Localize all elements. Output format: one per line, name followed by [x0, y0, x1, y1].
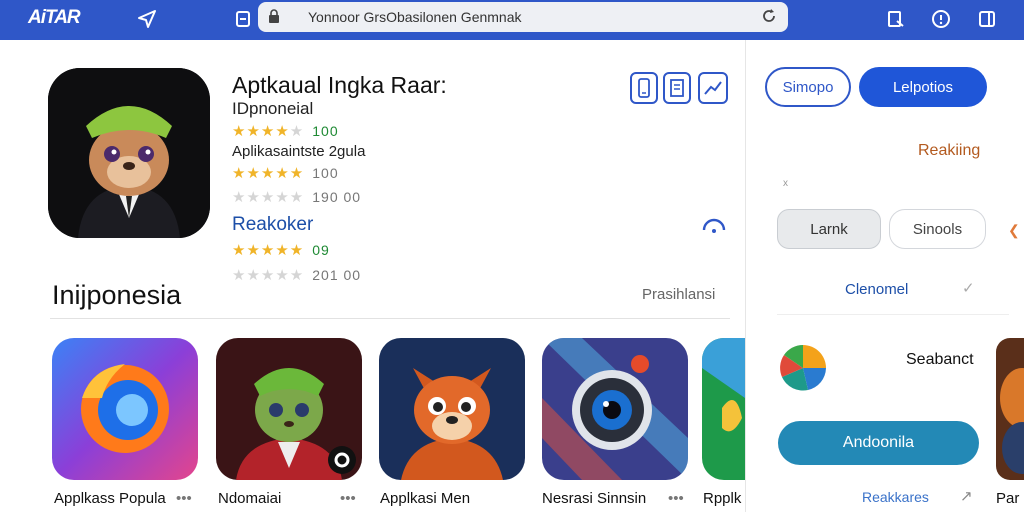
lock-icon [268, 9, 280, 28]
document-button[interactable] [663, 72, 691, 104]
channel-link[interactable]: Clenomel [845, 281, 908, 298]
recommendations-link[interactable]: Reakkares [862, 489, 929, 505]
send-icon[interactable] [136, 8, 158, 30]
divider [777, 314, 1009, 315]
star-icon: ★★★★★ [232, 165, 305, 182]
green-app-icon [702, 338, 745, 480]
url-bar[interactable]: Yonnoor GrsObasilonen Genmnak [258, 2, 788, 32]
app-tile-firefox[interactable] [52, 338, 198, 480]
pie-chart-icon [778, 343, 828, 398]
app-subtitle: IDpnoneial [232, 99, 314, 118]
app-tile-camera[interactable] [542, 338, 688, 480]
rating-row: ★★★★★ 09 [232, 241, 330, 259]
tile-label: Applkasi Men [380, 490, 471, 507]
camera-lens-icon [542, 338, 688, 480]
app-tile-partial[interactable] [702, 338, 745, 480]
rating-value: 201 00 [312, 267, 362, 283]
more-icon[interactable]: ••• [340, 490, 356, 507]
tile-label: Applkass Popula [54, 490, 166, 507]
star-icon: ★★★★★ [232, 189, 305, 206]
rating-row: ★★★★★ 100 [232, 164, 339, 182]
fox-character-icon [379, 338, 525, 480]
search-label: Seabanct [906, 351, 974, 368]
divider [50, 318, 730, 319]
firefox-like-icon [52, 338, 198, 480]
info-icon[interactable] [930, 8, 952, 30]
app-developer[interactable]: Reakoker [232, 214, 313, 236]
star-icon: ★ [289, 123, 305, 140]
app-tile-character[interactable] [216, 338, 362, 480]
url-text: Yonnoor GrsObasilonen Genmnak [308, 9, 522, 25]
tile-label: Par [996, 490, 1020, 507]
chevron-left-icon[interactable]: ❮ [1008, 222, 1020, 239]
rating-row: ★★★★★ 100 [232, 122, 339, 140]
app-logo: AiTAR [28, 7, 81, 28]
simopo-button[interactable]: Simopo [765, 67, 851, 107]
more-icon[interactable]: ••• [176, 490, 192, 507]
rating-value: 100 [312, 123, 339, 139]
app-tile-fox[interactable] [379, 338, 525, 480]
rating-value: 09 [312, 242, 330, 258]
app-title: Aptkaual Ingka Raar: [232, 72, 447, 98]
tile-label: Rpplk [703, 490, 742, 507]
chart-button[interactable] [698, 72, 728, 104]
close-icon[interactable]: x [783, 178, 788, 189]
menu-icon[interactable] [976, 8, 998, 30]
rating-value: 100 [312, 165, 339, 181]
cartoon-character-icon [216, 338, 362, 480]
tile-label: Nesrasi Sinnsin [542, 490, 647, 507]
app-subtitle-2: Aplikasaintste 2gula [232, 143, 366, 160]
top-bar: AiTAR Yonnoor GrsObasilonen Genmnak [0, 0, 1024, 40]
app-icon [48, 68, 210, 238]
rating-row: ★★★★★ 190 00 [232, 188, 361, 206]
section-title: Inijponesia [52, 280, 182, 310]
partial-thumbnail[interactable] [996, 338, 1024, 480]
section-see-all-link[interactable]: Prasihlansi [642, 286, 715, 303]
sinools-chip[interactable]: Sinools [889, 209, 986, 249]
rating-row: ★★★★★ 201 00 [232, 266, 361, 284]
reload-icon[interactable] [760, 7, 778, 30]
more-icon[interactable]: ••• [668, 490, 684, 507]
share-icon[interactable] [885, 8, 907, 30]
larnk-chip[interactable]: Larnk [777, 209, 881, 249]
check-icon[interactable]: ✓ [962, 279, 975, 297]
star-icon: ★★★★★ [232, 267, 305, 284]
sync-icon[interactable] [700, 216, 728, 241]
arrow-up-right-icon[interactable]: ↗ [960, 487, 973, 505]
tile-label: Ndomaiai [218, 490, 282, 507]
lelpotios-button[interactable]: Lelpotios [859, 67, 987, 107]
phone-button[interactable] [630, 72, 658, 104]
star-icon: ★★★★★ [232, 242, 305, 259]
rating-value: 190 00 [312, 189, 362, 205]
tab-icon[interactable] [232, 8, 254, 30]
ranking-label[interactable]: Reakiing [918, 142, 980, 160]
andoonila-button[interactable]: Andoonila [778, 421, 979, 465]
star-icon: ★★★★ [232, 123, 290, 140]
